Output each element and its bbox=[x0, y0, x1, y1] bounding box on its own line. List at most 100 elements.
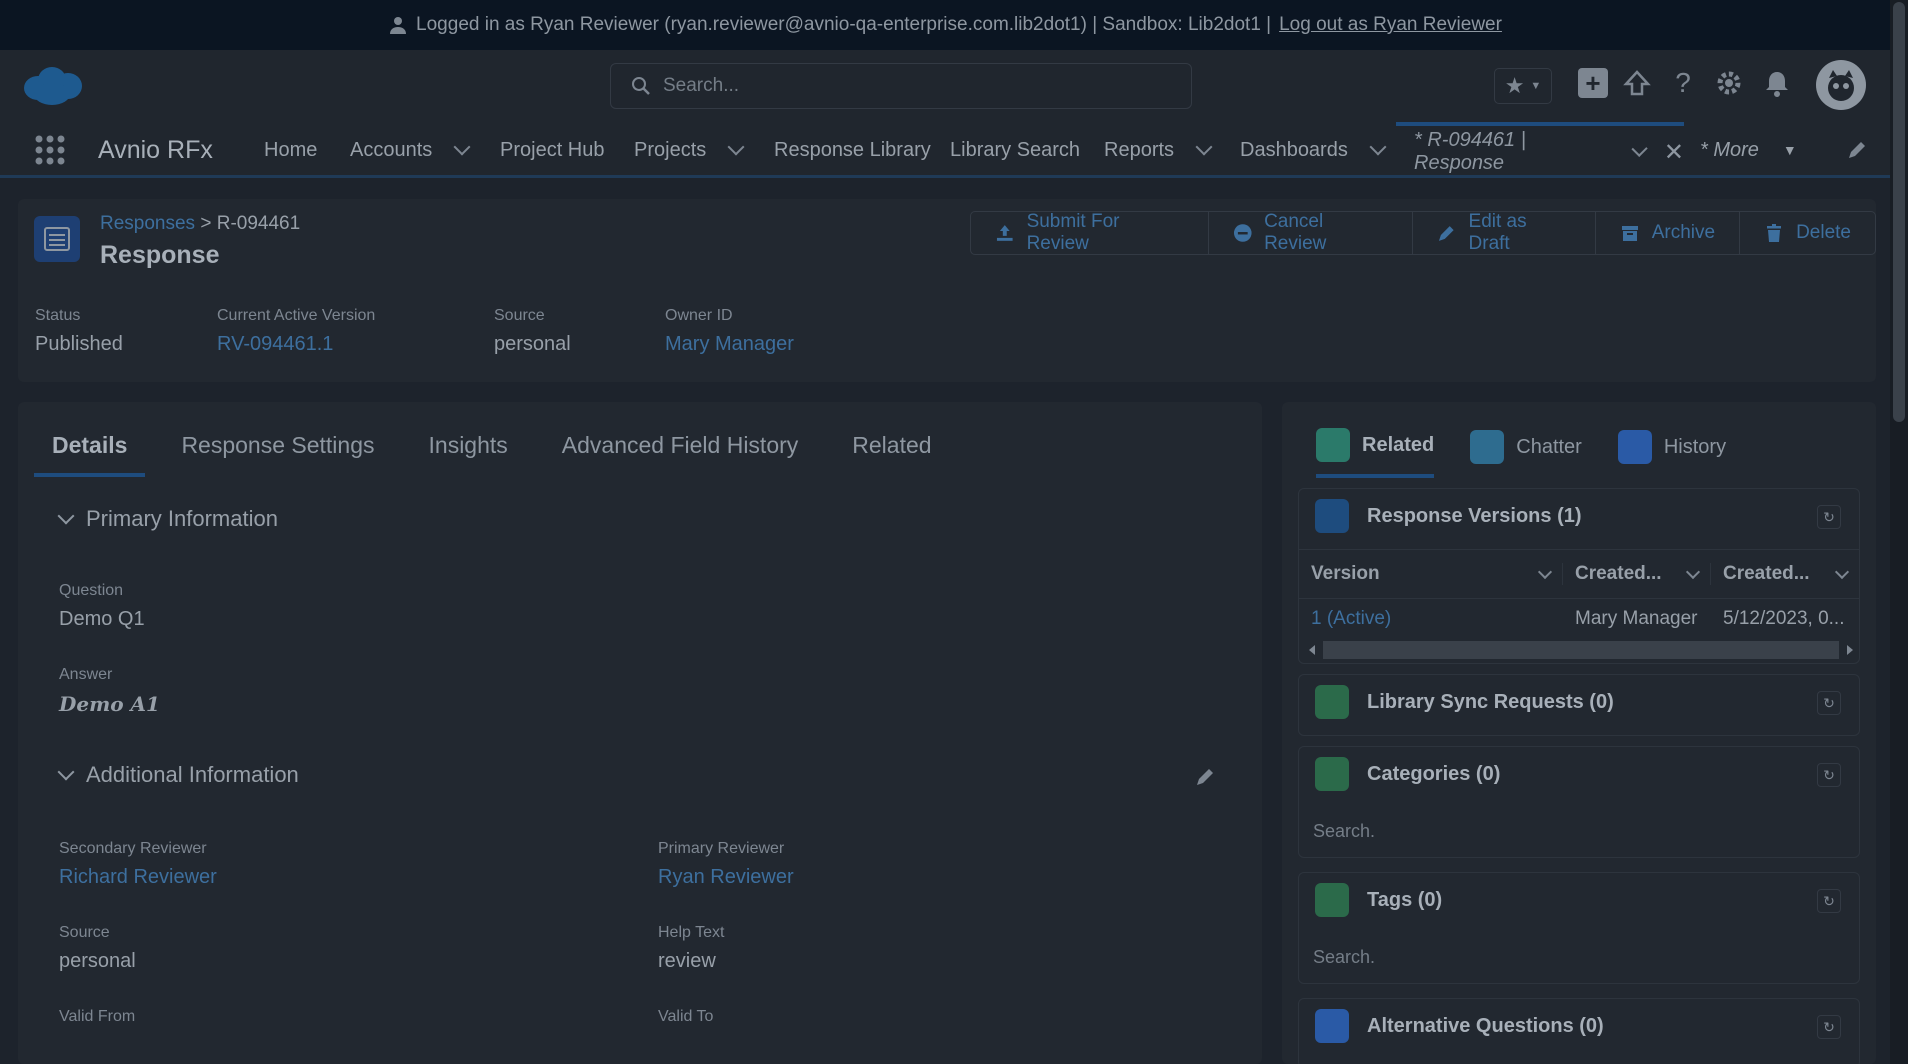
tab-history[interactable]: History bbox=[1617, 428, 1726, 478]
close-icon[interactable]: ✕ bbox=[1664, 138, 1684, 167]
chevron-down-icon[interactable] bbox=[1834, 564, 1850, 579]
panel-title-link[interactable]: Alternative Questions (0) bbox=[1367, 1015, 1604, 1038]
source-value: personal bbox=[59, 950, 136, 972]
tags-search-input[interactable]: Search. bbox=[1313, 947, 1375, 968]
edit-section-icon[interactable] bbox=[1194, 766, 1216, 793]
nav-item-dashboards[interactable]: Dashboards bbox=[1240, 122, 1387, 178]
favorites-button[interactable]: ★ ▼ bbox=[1494, 68, 1552, 104]
tab-related[interactable]: Related bbox=[1316, 428, 1435, 478]
action-label: Submit For Review bbox=[1026, 211, 1120, 254]
field-label: Question bbox=[59, 582, 124, 599]
delete-button[interactable]: Delete bbox=[1740, 212, 1875, 254]
chevron-down-icon[interactable] bbox=[1195, 138, 1213, 156]
refresh-icon[interactable]: ↻ bbox=[1817, 691, 1841, 715]
edit-nav-icon[interactable] bbox=[1846, 122, 1868, 178]
action-label: Archive bbox=[1651, 222, 1716, 243]
nav-label: Accounts bbox=[350, 138, 433, 161]
nav-item-reports[interactable]: Reports bbox=[1104, 122, 1213, 178]
field-label: Valid To bbox=[658, 1008, 714, 1025]
primary-reviewer-link[interactable]: Ryan Reviewer bbox=[658, 866, 794, 889]
global-search-input[interactable]: Search... bbox=[610, 63, 1192, 109]
help-text-field: Help Text review bbox=[658, 924, 724, 973]
chatter-icon bbox=[1470, 430, 1505, 464]
tab-chatter[interactable]: Chatter bbox=[1470, 428, 1582, 478]
active-version-field: Current Active Version RV-094461.1 bbox=[217, 307, 375, 356]
record-detail-panel: Details Response Settings Insights Advan… bbox=[18, 402, 1262, 1064]
tab-label: * R-094461 | Response bbox=[1414, 129, 1526, 174]
tab-current-record[interactable]: * R-094461 | Response ✕ bbox=[1396, 122, 1684, 178]
column-label: Created... bbox=[1575, 563, 1662, 584]
secondary-reviewer-link[interactable]: Richard Reviewer bbox=[59, 866, 217, 889]
avatar[interactable] bbox=[1816, 60, 1866, 110]
tag-icon bbox=[1315, 883, 1349, 917]
bell-icon[interactable] bbox=[1762, 68, 1792, 98]
created-date-cell: 5/12/2023, 0... bbox=[1723, 608, 1845, 629]
tab-related[interactable]: Related bbox=[852, 422, 931, 477]
app-launcher-icon[interactable] bbox=[34, 122, 66, 178]
archive-button[interactable]: Archive bbox=[1596, 212, 1741, 254]
chevron-down-icon[interactable] bbox=[1685, 564, 1701, 579]
refresh-icon[interactable]: ↻ bbox=[1817, 1015, 1841, 1039]
tab-details[interactable]: Details bbox=[34, 422, 146, 477]
tab-insights[interactable]: Insights bbox=[429, 422, 508, 477]
nav-item-library-search[interactable]: Library Search bbox=[950, 122, 1080, 178]
panel-title-link[interactable]: Categories (0) bbox=[1367, 763, 1500, 786]
breadcrumb-parent-link[interactable]: Responses bbox=[100, 213, 195, 234]
source-field: Source personal bbox=[494, 307, 571, 356]
nav-more[interactable]: * More ▼ bbox=[1700, 122, 1797, 178]
chevron-down-icon[interactable] bbox=[1369, 138, 1387, 156]
global-add-icon[interactable]: + bbox=[1578, 68, 1608, 98]
refresh-icon[interactable]: ↻ bbox=[1817, 763, 1841, 787]
cancel-review-button[interactable]: Cancel Review bbox=[1209, 211, 1413, 254]
chevron-down-icon[interactable] bbox=[453, 138, 471, 156]
history-clock-icon bbox=[1617, 430, 1652, 464]
nav-label: Library Search bbox=[950, 138, 1081, 161]
refresh-icon[interactable]: ↻ bbox=[1817, 889, 1841, 913]
nav-item-accounts[interactable]: Accounts bbox=[350, 122, 471, 178]
tab-response-settings[interactable]: Response Settings bbox=[181, 422, 374, 477]
panel-title-link[interactable]: Library Sync Requests (0) bbox=[1367, 691, 1614, 714]
column-header-created-by[interactable]: Created... bbox=[1563, 563, 1711, 585]
gear-icon[interactable] bbox=[1714, 68, 1744, 98]
chevron-down-icon[interactable] bbox=[1631, 140, 1649, 158]
panel-title-link[interactable]: Tags (0) bbox=[1367, 889, 1442, 912]
nav-item-response-library[interactable]: Response Library bbox=[774, 122, 931, 178]
submit-for-review-button[interactable]: Submit For Review bbox=[971, 211, 1209, 254]
valid-from-field: Valid From bbox=[59, 1008, 135, 1026]
page-scrollbar[interactable] bbox=[1890, 0, 1908, 1064]
logout-link[interactable]: Log out as Ryan Reviewer bbox=[1279, 14, 1502, 36]
nav-item-projects[interactable]: Projects bbox=[634, 122, 745, 178]
chevron-down-icon[interactable] bbox=[1537, 564, 1553, 579]
nav-item-home[interactable]: Home bbox=[264, 122, 317, 178]
active-version-link[interactable]: RV-094461.1 bbox=[217, 333, 375, 356]
column-header-version[interactable]: Version bbox=[1299, 563, 1563, 585]
search-icon bbox=[632, 77, 650, 95]
refresh-icon[interactable]: ↻ bbox=[1817, 505, 1841, 529]
primary-information-section[interactable]: Primary Information bbox=[54, 506, 278, 532]
help-icon[interactable]: ? bbox=[1668, 67, 1698, 98]
avatar-icon bbox=[1828, 70, 1854, 101]
column-label: Version bbox=[1311, 563, 1380, 584]
additional-information-section[interactable]: Additional Information bbox=[54, 762, 299, 788]
panel-title-link[interactable]: Response Versions (1) bbox=[1367, 505, 1582, 528]
nav-item-project-hub[interactable]: Project Hub bbox=[500, 122, 605, 178]
table-header-row: Version Created... Created... bbox=[1299, 549, 1859, 599]
owner-link[interactable]: Mary Manager bbox=[665, 333, 794, 356]
scrollbar-thumb[interactable] bbox=[1893, 2, 1905, 422]
chevron-down-icon[interactable] bbox=[727, 138, 745, 156]
nav-label: Project Hub bbox=[500, 138, 605, 161]
categories-search-input[interactable]: Search. bbox=[1313, 821, 1375, 842]
version-link[interactable]: 1 (Active) bbox=[1299, 608, 1563, 630]
tab-label: Related bbox=[1362, 433, 1435, 456]
column-header-created-date[interactable]: Created... bbox=[1711, 563, 1859, 585]
record-actions: Submit For Review Cancel Review Edit as … bbox=[970, 211, 1876, 255]
panel-header: Categories (0) bbox=[1315, 757, 1500, 791]
cloud-logo-icon[interactable] bbox=[22, 64, 84, 108]
edit-as-draft-button[interactable]: Edit as Draft bbox=[1413, 211, 1596, 254]
trash-icon bbox=[1767, 224, 1782, 242]
setup-assistant-icon[interactable] bbox=[1622, 68, 1652, 98]
field-label: Source bbox=[494, 307, 545, 324]
valid-to-field: Valid To bbox=[658, 1008, 713, 1026]
horizontal-scrollbar[interactable] bbox=[1309, 641, 1853, 659]
tab-advanced-field-history[interactable]: Advanced Field History bbox=[562, 422, 799, 477]
